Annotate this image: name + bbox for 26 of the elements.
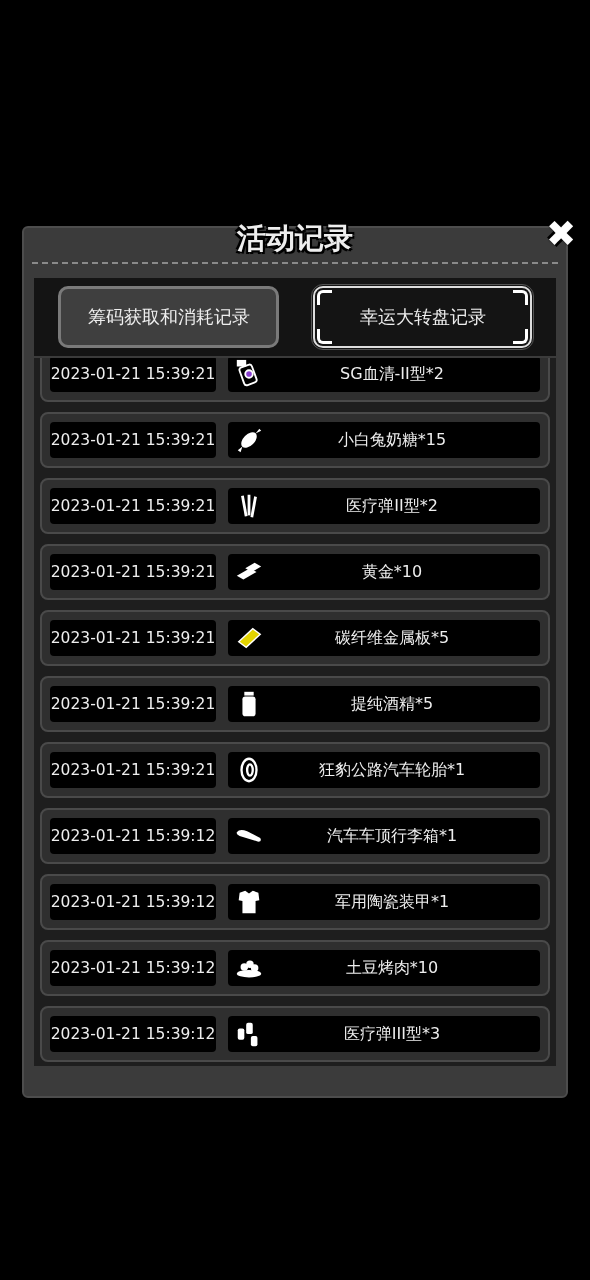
- item-name: 医疗弹II型*2: [345, 495, 439, 517]
- record-time: 2023-01-21 15:39:21: [50, 554, 216, 590]
- item-name: 汽车车顶行李箱*1: [325, 825, 459, 847]
- item-name: 黄金*10: [360, 561, 424, 583]
- tab[interactable]: 筹码获取和消耗记录: [58, 286, 279, 348]
- item-name: 军用陶瓷装甲*1: [333, 891, 451, 913]
- item-name: 碳纤维金属板*5: [333, 627, 451, 649]
- item-name: SG血清-II型*2: [339, 363, 445, 385]
- record-time: 2023-01-21 15:39:21: [50, 620, 216, 656]
- item-name: 提纯酒精*5: [349, 693, 435, 715]
- item-name: 狂豹公路汽车轮胎*1: [317, 759, 467, 781]
- dialog-title: 活动记录: [237, 220, 353, 257]
- item-name: 小白兔奶糖*15: [336, 429, 448, 451]
- record-time: 2023-01-21 15:39:21: [50, 488, 216, 524]
- item-name: 土豆烤肉*10: [344, 957, 440, 979]
- record-time: 2023-01-21 15:39:21: [50, 358, 216, 392]
- record-time: 2023-01-21 15:39:21: [50, 686, 216, 722]
- item-name: 医疗弹III型*3: [342, 1023, 442, 1045]
- record-time: 2023-01-21 15:39:12: [50, 884, 216, 920]
- tab[interactable]: 幸运大转盘记录: [313, 286, 532, 348]
- close-button[interactable]: ✖: [546, 214, 576, 254]
- record-time: 2023-01-21 15:39:21: [50, 422, 216, 458]
- record-time: 2023-01-21 15:39:12: [50, 818, 216, 854]
- record-time: 2023-01-21 15:39:12: [50, 950, 216, 986]
- record-time: 2023-01-21 15:39:21: [50, 752, 216, 788]
- record-time: 2023-01-21 15:39:12: [50, 1016, 216, 1052]
